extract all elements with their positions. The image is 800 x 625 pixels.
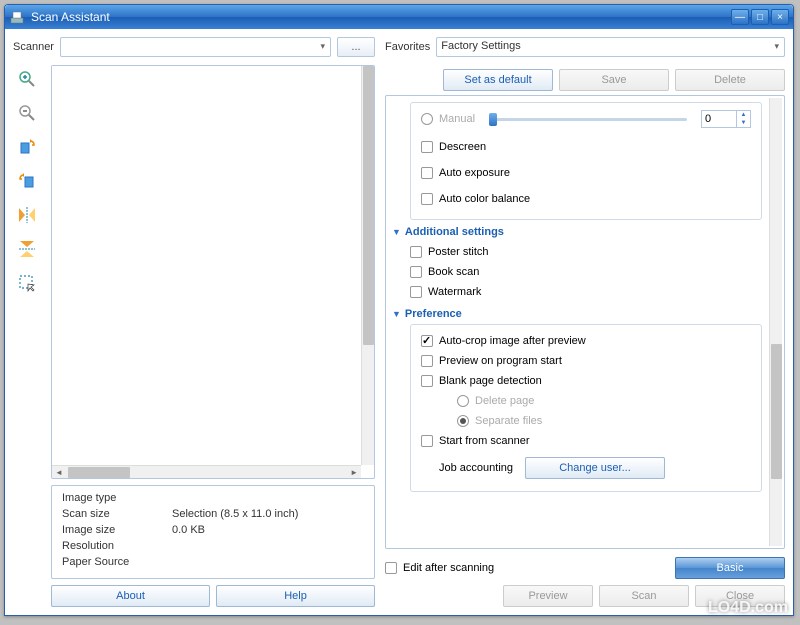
- tool-column: [13, 65, 45, 607]
- right-pane: Favorites Factory Settings Set as defaul…: [385, 37, 785, 607]
- image-size-label: Image size: [62, 524, 172, 540]
- book-scan-label: Book scan: [428, 266, 479, 278]
- window-title: Scan Assistant: [31, 10, 731, 24]
- start-from-scanner-checkbox[interactable]: [421, 435, 433, 447]
- left-main: Image type Scan sizeSelection (8.5 x 11.…: [13, 65, 375, 607]
- help-button[interactable]: Help: [216, 585, 375, 607]
- favorites-select[interactable]: Factory Settings: [436, 37, 785, 57]
- manual-slider[interactable]: [489, 118, 687, 121]
- poster-stitch-checkbox[interactable]: [410, 246, 422, 258]
- resolution-label: Resolution: [62, 540, 172, 556]
- color-adjust-group: Manual ▲▼ Descreen Auto exposure Auto co…: [410, 102, 762, 220]
- preview-on-start-checkbox[interactable]: [421, 355, 433, 367]
- scanner-label: Scanner: [13, 41, 54, 53]
- watermark: LO4D.com: [708, 599, 788, 617]
- scan-size-value: Selection (8.5 x 11.0 inch): [172, 508, 298, 524]
- close-window-button[interactable]: ×: [771, 9, 789, 25]
- poster-stitch-label: Poster stitch: [428, 246, 489, 258]
- scanner-row: Scanner ...: [13, 37, 375, 57]
- manual-spinner[interactable]: ▲▼: [701, 110, 751, 128]
- app-icon: [9, 9, 25, 25]
- auto-exposure-checkbox[interactable]: [421, 167, 433, 179]
- settings-panel: Manual ▲▼ Descreen Auto exposure Auto co…: [385, 95, 785, 549]
- titlebar: Scan Assistant — □ ×: [5, 5, 793, 29]
- additional-settings-header[interactable]: ▼Additional settings: [392, 226, 762, 238]
- rotate-right-button[interactable]: [13, 167, 41, 195]
- left-button-row: About Help: [51, 585, 375, 607]
- image-size-value: 0.0 KB: [172, 524, 205, 540]
- blank-page-label: Blank page detection: [439, 375, 542, 387]
- auto-crop-label: Auto-crop image after preview: [439, 335, 586, 347]
- delete-favorite-button[interactable]: Delete: [675, 69, 785, 91]
- scanner-browse-button[interactable]: ...: [337, 37, 375, 57]
- separate-files-radio[interactable]: [457, 415, 469, 427]
- preview-area: [51, 65, 375, 479]
- about-button[interactable]: About: [51, 585, 210, 607]
- job-accounting-label: Job accounting: [439, 462, 513, 474]
- expand-icon: ▼: [392, 309, 401, 319]
- set-default-button[interactable]: Set as default: [443, 69, 553, 91]
- scanner-select[interactable]: [60, 37, 331, 57]
- book-scan-checkbox[interactable]: [410, 266, 422, 278]
- favorites-row: Favorites Factory Settings: [385, 37, 785, 57]
- blank-page-checkbox[interactable]: [421, 375, 433, 387]
- change-user-button[interactable]: Change user...: [525, 457, 665, 479]
- preview-on-start-label: Preview on program start: [439, 355, 562, 367]
- zoom-out-button[interactable]: [13, 99, 41, 127]
- zoom-in-button[interactable]: [13, 65, 41, 93]
- preview-scrollbar-h[interactable]: [52, 465, 361, 478]
- auto-crop-checkbox[interactable]: [421, 335, 433, 347]
- maximize-button[interactable]: □: [751, 9, 769, 25]
- descreen-label: Descreen: [439, 141, 486, 153]
- settings-scrollbar[interactable]: [769, 98, 782, 546]
- rotate-left-button[interactable]: [13, 133, 41, 161]
- selection-tool-button[interactable]: [13, 269, 41, 297]
- delete-page-radio[interactable]: [457, 395, 469, 407]
- preview-canvas[interactable]: [52, 66, 361, 465]
- content: Scanner ...: [5, 29, 793, 615]
- minimize-button[interactable]: —: [731, 9, 749, 25]
- app-window: Scan Assistant — □ × Scanner ...: [4, 4, 794, 616]
- descreen-checkbox[interactable]: [421, 141, 433, 153]
- edit-after-scanning-label: Edit after scanning: [403, 562, 494, 574]
- preference-group: Auto-crop image after preview Preview on…: [410, 324, 762, 492]
- window-controls: — □ ×: [731, 9, 789, 25]
- left-pane: Scanner ...: [13, 37, 375, 607]
- auto-color-balance-label: Auto color balance: [439, 193, 530, 205]
- preview-wrap: Image type Scan sizeSelection (8.5 x 11.…: [51, 65, 375, 607]
- scan-size-label: Scan size: [62, 508, 172, 524]
- delete-page-label: Delete page: [475, 395, 534, 407]
- watermark-label: Watermark: [428, 286, 481, 298]
- scan-button[interactable]: Scan: [599, 585, 689, 607]
- start-from-scanner-label: Start from scanner: [439, 435, 529, 447]
- expand-icon: ▼: [392, 227, 401, 237]
- auto-color-balance-checkbox[interactable]: [421, 193, 433, 205]
- preview-scrollbar-v[interactable]: [361, 66, 374, 465]
- preference-header[interactable]: ▼Preference: [392, 308, 762, 320]
- watermark-checkbox[interactable]: [410, 286, 422, 298]
- mirror-horizontal-button[interactable]: [13, 201, 41, 229]
- save-favorite-button[interactable]: Save: [559, 69, 669, 91]
- manual-radio[interactable]: [421, 113, 433, 125]
- mirror-vertical-button[interactable]: [13, 235, 41, 263]
- manual-label: Manual: [439, 113, 475, 125]
- info-panel: Image type Scan sizeSelection (8.5 x 11.…: [51, 485, 375, 579]
- separate-files-label: Separate files: [475, 415, 542, 427]
- favorites-actions: Set as default Save Delete: [385, 69, 785, 91]
- basic-button[interactable]: Basic: [675, 557, 785, 579]
- preview-button[interactable]: Preview: [503, 585, 593, 607]
- edit-after-scanning-checkbox[interactable]: [385, 562, 397, 574]
- auto-exposure-label: Auto exposure: [439, 167, 510, 179]
- image-type-label: Image type: [62, 492, 172, 508]
- paper-source-label: Paper Source: [62, 556, 172, 572]
- favorites-label: Favorites: [385, 41, 430, 53]
